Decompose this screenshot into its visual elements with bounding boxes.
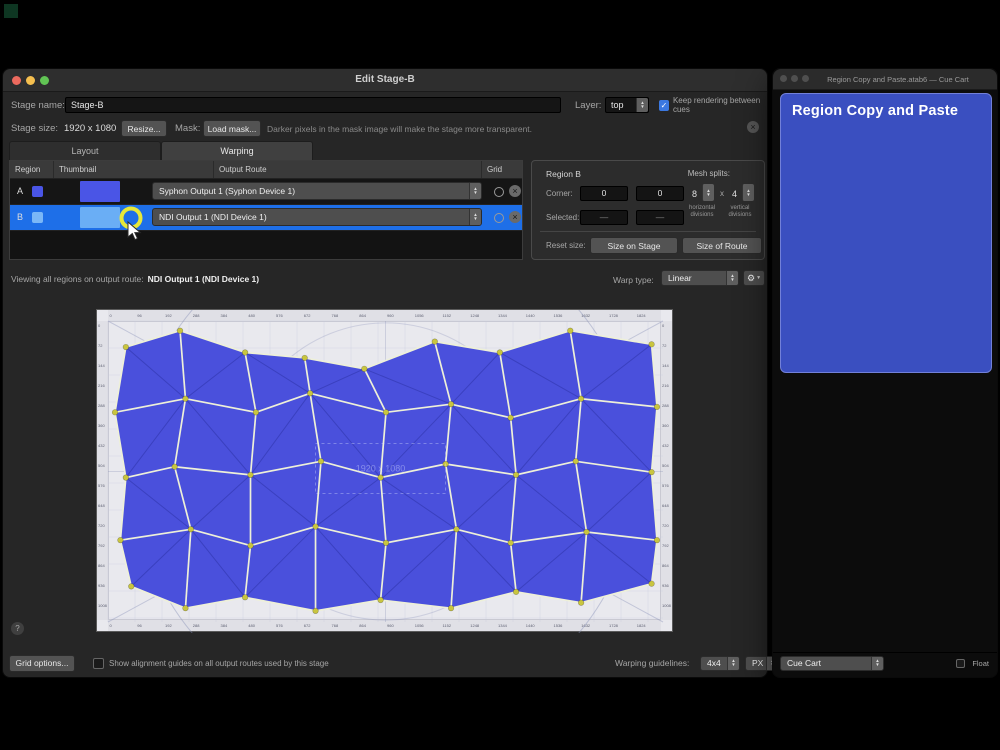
stage-size-value: 1920 x 1080 bbox=[64, 123, 117, 134]
stage-name-label: Stage name: bbox=[11, 99, 65, 111]
cue-button-region-copy-paste[interactable]: Region Copy and Paste bbox=[780, 93, 992, 373]
cart-titlebar[interactable]: Region Copy and Paste.atab6 — Cue Cart bbox=[773, 69, 997, 90]
region-b-color-swatch bbox=[32, 212, 43, 223]
region-a-route-dropdown[interactable]: Syphon Output 1 (Syphon Device 1) ▲ ▼ bbox=[152, 182, 482, 200]
window-title: Edit Stage-B bbox=[355, 74, 415, 85]
col-output-route: Output Route bbox=[214, 161, 482, 178]
warp-editor-canvas[interactable]: 0 96 192 288 384 480 576 672 768 864 960 1056 1152 12… bbox=[96, 309, 674, 633]
cart-list-stepper[interactable]: ▲ ▼ bbox=[871, 656, 883, 670]
region-a-color-swatch bbox=[32, 186, 43, 197]
stage-size-label: Stage size: bbox=[11, 123, 58, 134]
warp-settings-button[interactable]: ⚙ ▼ bbox=[743, 270, 765, 286]
selected-y-field[interactable]: — bbox=[636, 210, 684, 225]
v-divisions-value: 4 bbox=[732, 189, 738, 199]
v-divisions-label: vertical divisions bbox=[728, 205, 752, 218]
stage-name-input[interactable]: Stage-B bbox=[65, 97, 561, 113]
guidelines-dropdown[interactable]: 4x4 ▲ ▼ bbox=[700, 655, 740, 671]
size-on-stage-button[interactable]: Size on Stage bbox=[590, 237, 678, 254]
viewing-route-label: Viewing all regions on output route: bbox=[11, 274, 144, 284]
layer-dropdown[interactable]: top ▲ ▼ bbox=[605, 97, 649, 113]
table-row-region-b[interactable]: B NDI Output 1 (NDI Device 1) ▲ ▼ × bbox=[10, 205, 522, 231]
main-titlebar[interactable]: Edit Stage-B bbox=[3, 69, 767, 92]
mask-hint: Darker pixels in the mask image will mak… bbox=[267, 123, 533, 134]
warp-type-dropdown[interactable]: Linear ▲ ▼ bbox=[661, 270, 739, 286]
gear-icon: ⚙ bbox=[746, 272, 756, 283]
table-row-region-a[interactable]: A Syphon Output 1 (Syphon Device 1) ▲ ▼ × bbox=[10, 179, 522, 205]
guidelines-stepper[interactable]: ▲ ▼ bbox=[727, 656, 739, 670]
cart-list-dropdown[interactable]: Cue Cart ▲ ▼ bbox=[780, 655, 884, 671]
region-a-remove-button[interactable]: × bbox=[509, 185, 521, 197]
corner-y-field[interactable]: 0 bbox=[636, 186, 684, 201]
mesh-splits-label: Mesh splits: bbox=[687, 169, 730, 178]
col-grid: Grid bbox=[487, 165, 503, 174]
cart-window-title: Region Copy and Paste.atab6 — Cue Cart bbox=[827, 75, 969, 84]
layer-stepper[interactable]: ▲ ▼ bbox=[636, 98, 648, 112]
cart-bottom-bar: Cue Cart ▲ ▼ Float bbox=[773, 652, 997, 673]
grid-options-button[interactable]: Grid options... bbox=[9, 654, 75, 672]
svg-text:1920 x 1080: 1920 x 1080 bbox=[356, 464, 406, 474]
region-b-grid-radio[interactable] bbox=[494, 213, 504, 223]
v-divisions-stepper[interactable]: ▲ ▼ bbox=[742, 184, 754, 201]
h-divisions-stepper[interactable]: ▲ ▼ bbox=[702, 184, 714, 201]
edit-stage-window: Edit Stage-B Stage name: Stage-B Layer: … bbox=[2, 68, 779, 678]
region-a-thumbnail bbox=[80, 181, 120, 202]
warping-guidelines-label: Warping guidelines: bbox=[615, 658, 690, 668]
warp-mesh-svg[interactable]: 1920 x 1080 bbox=[97, 310, 674, 633]
viewing-route-value: NDI Output 1 (NDI Device 1) bbox=[147, 274, 260, 284]
keep-rendering-checkbox[interactable]: ✓ bbox=[659, 99, 669, 111]
panel-divider bbox=[540, 231, 756, 232]
tab-layout[interactable]: Layout bbox=[9, 141, 161, 160]
region-a-route-stepper[interactable]: ▲ ▼ bbox=[469, 183, 481, 199]
main-bottom-bar: Grid options... Show alignment guides on… bbox=[3, 653, 779, 673]
divisions-times: x bbox=[720, 189, 724, 198]
selected-x-field[interactable]: — bbox=[580, 210, 628, 225]
region-b-thumbnail bbox=[80, 207, 120, 228]
layer-label: Layer: bbox=[575, 99, 602, 111]
chevron-down-icon: ▼ bbox=[756, 275, 762, 281]
region-panel-title: Region B bbox=[546, 169, 581, 179]
minimize-window-button[interactable] bbox=[791, 75, 798, 82]
close-window-button[interactable] bbox=[780, 75, 787, 82]
warp-type-label: Warp type: bbox=[613, 275, 654, 285]
load-mask-button[interactable]: Load mask... bbox=[203, 120, 261, 137]
cue-title: Region Copy and Paste bbox=[792, 103, 959, 119]
region-b-route-dropdown[interactable]: NDI Output 1 (NDI Device 1) ▲ ▼ bbox=[152, 208, 482, 226]
alignment-guides-label: Show alignment guides on all output rout… bbox=[109, 658, 329, 668]
size-of-route-button[interactable]: Size of Route bbox=[682, 237, 762, 254]
alignment-guides-checkbox[interactable] bbox=[93, 657, 104, 669]
corner-label: Corner: bbox=[546, 189, 573, 198]
region-a-grid-radio[interactable] bbox=[494, 187, 504, 197]
table-header: Region Thumbnail Output Route Grid bbox=[10, 161, 522, 179]
h-divisions-label: horizontal divisions bbox=[688, 205, 715, 218]
region-settings-panel: Region B Mesh splits: Corner: 0 0 Select… bbox=[531, 160, 765, 260]
region-b-route-stepper[interactable]: ▲ ▼ bbox=[469, 209, 481, 225]
col-thumbnail: Thumbnail bbox=[54, 161, 214, 178]
clear-mask-button[interactable]: × bbox=[747, 121, 759, 133]
h-divisions-value: 8 bbox=[692, 189, 698, 199]
col-region: Region bbox=[10, 161, 54, 178]
mask-label: Mask: bbox=[175, 123, 201, 134]
reset-size-label: Reset size: bbox=[546, 241, 586, 250]
tab-warping[interactable]: Warping bbox=[161, 141, 313, 160]
corner-x-field[interactable]: 0 bbox=[580, 186, 628, 201]
region-b-remove-button[interactable]: × bbox=[509, 211, 521, 223]
resize-button[interactable]: Resize... bbox=[121, 120, 167, 137]
help-button[interactable]: ? bbox=[11, 622, 24, 635]
region-route-table: Region Thumbnail Output Route Grid A Syp… bbox=[9, 160, 523, 260]
corner-artifact bbox=[4, 4, 18, 18]
selected-label: Selected: bbox=[546, 213, 580, 222]
keep-rendering-label: Keep rendering between cues bbox=[672, 96, 761, 114]
float-checkbox[interactable] bbox=[956, 658, 965, 668]
warp-type-stepper[interactable]: ▲ ▼ bbox=[726, 271, 738, 285]
cue-cart-window: Region Copy and Paste.atab6 — Cue Cart R… bbox=[772, 68, 998, 678]
float-label: Float bbox=[972, 658, 989, 668]
